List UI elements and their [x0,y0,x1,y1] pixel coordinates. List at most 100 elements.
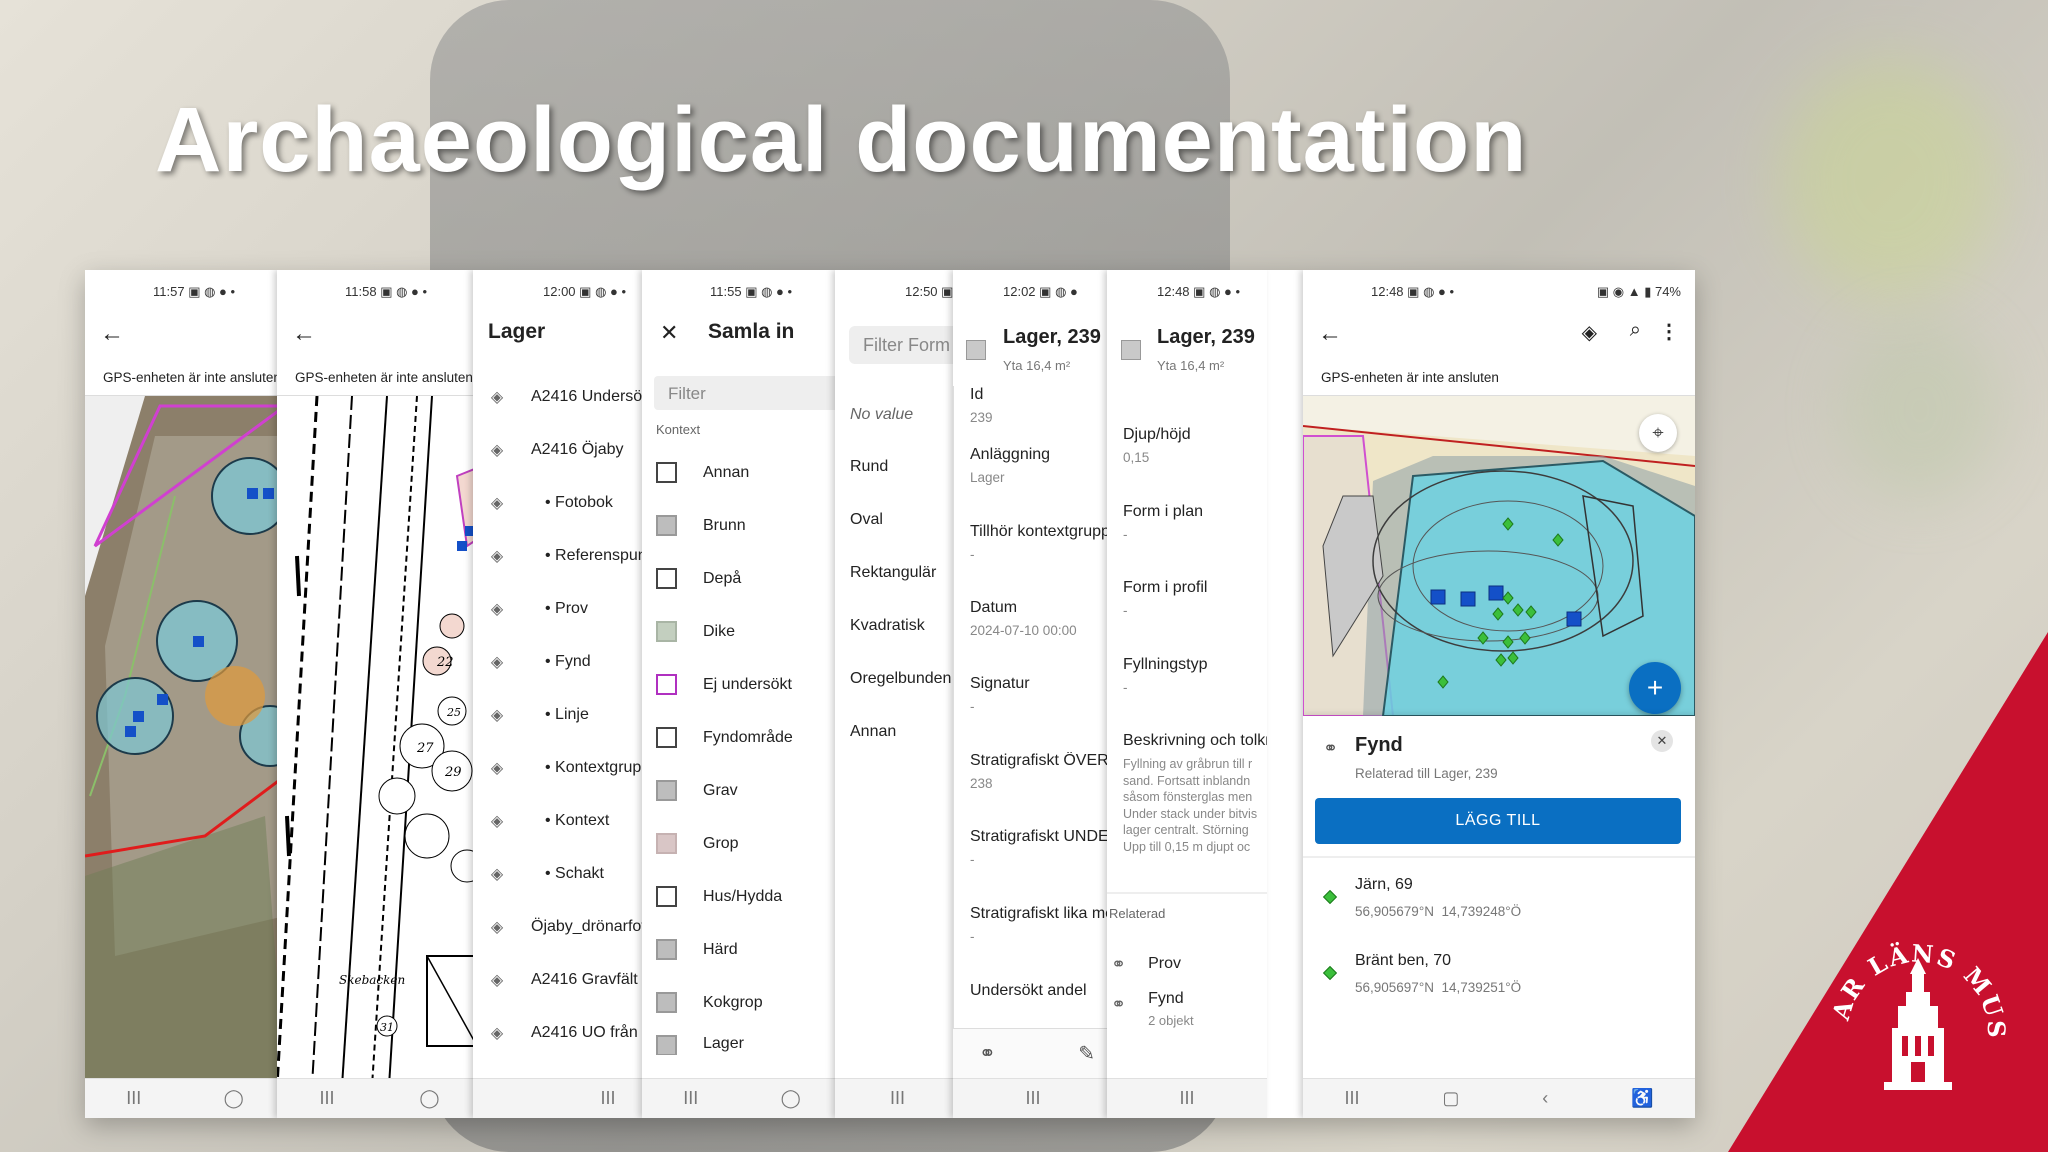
option-item[interactable]: Kvadratisk [850,617,925,635]
checkbox[interactable] [656,1035,677,1055]
slide-title: Archaeological documentation [155,89,1528,191]
map-view[interactable] [85,396,285,1078]
checkbox[interactable] [656,992,677,1013]
list-item[interactable]: Ej undersökt [642,658,842,711]
android-nav-bar[interactable]: III [1107,1078,1267,1118]
add-fab-button[interactable]: + [1629,662,1681,714]
gps-status: GPS-enheten är inte ansluten [85,370,285,396]
list-item[interactable]: Dike [642,605,842,658]
layers-icon: ◈ [490,759,504,777]
list-item[interactable]: Depå [642,552,842,605]
more-options-icon[interactable]: ⋮ [1659,319,1679,344]
related-item[interactable]: ⚭ Prov [1107,942,1267,986]
back-arrow-icon[interactable]: ← [292,320,316,348]
status-time: 11:57 [153,284,185,299]
list-item[interactable]: Kokgrop [642,976,842,1029]
attribute-field: Anläggning Lager [970,446,1051,485]
android-nav-bar[interactable]: III [953,1078,1113,1118]
no-value-option[interactable]: No value [850,406,913,424]
list-item[interactable]: Hus/Hydda [642,870,842,923]
option-item[interactable]: Oregelbunden [850,670,951,688]
back-arrow-icon[interactable]: ← [1318,320,1342,348]
list-item[interactable]: Fyndområde [642,711,842,764]
phone-form-picker: 12:50 ▣ Filter Form No value Rund Oval R… [835,270,960,1118]
recents-icon[interactable]: III [319,1088,334,1109]
android-nav-bar[interactable]: III ▢ ‹ ♿ [1303,1078,1695,1118]
checkbox[interactable] [656,780,677,801]
layers-icon: ◈ [490,653,504,671]
android-nav-bar[interactable]: III ◯ [642,1078,842,1118]
checkbox[interactable] [656,674,677,695]
option-item[interactable]: Oval [850,511,883,529]
back-nav-icon[interactable]: ‹ [1542,1088,1548,1109]
recents-icon[interactable]: III [1179,1088,1194,1109]
status-time: 12:48 [1157,284,1190,299]
plan-map-graphic: 22 27 25 29 31 Skebacken [277,396,482,1078]
list-item[interactable]: Brunn [642,499,842,552]
back-arrow-icon[interactable]: ← [100,320,124,348]
map-view[interactable]: 22 27 25 29 31 Skebacken [277,396,482,1078]
accessibility-icon[interactable]: ♿ [1631,1088,1653,1109]
attribute-list[interactable]: Id 239 Anläggning Lager Tillhör kontextgru… [953,386,1113,1078]
home-icon[interactable]: ◯ [224,1088,244,1109]
page-title: Samla in [708,320,795,343]
phone-collect: 11:55 ▣ ◍ ● • ✕ Samla in Filter Kontext … [642,270,842,1118]
checkbox[interactable] [656,886,677,907]
map-view[interactable]: ⌖ + [1303,396,1695,716]
list-item[interactable]: Grop [642,817,842,870]
panel-title: Fynd [1355,734,1403,756]
recents-icon[interactable]: III [890,1088,905,1109]
related-item[interactable]: ⚭ Fynd 2 objekt [1107,990,1267,1046]
checkbox[interactable] [656,568,677,589]
recents-icon[interactable]: III [1025,1088,1040,1109]
recents-icon[interactable]: III [126,1088,141,1109]
edit-icon[interactable]: ✎ [1078,1041,1095,1066]
checkbox[interactable] [656,833,677,854]
list-item[interactable]: Bränt ben, 70 56,905697°N 14,739251°Ö [1303,940,1695,1016]
layers-icon[interactable]: ◈ [1582,320,1597,345]
phone-map-drone: 11:57 ▣ ◍ ● • ← GPS-enheten är inte ansl… [85,270,285,1118]
option-item[interactable]: Rektangulär [850,564,936,582]
link-icon[interactable]: ⚭ [979,1041,996,1066]
checkbox[interactable] [656,939,677,960]
recents-icon[interactable]: III [1344,1088,1359,1109]
filter-input[interactable]: Filter [654,376,842,410]
status-time: 12:02 [1003,284,1036,299]
filter-input[interactable]: Filter Form [849,326,960,364]
finds-map-graphic [1303,396,1695,716]
recents-icon[interactable]: III [683,1088,698,1109]
search-icon[interactable]: ⌕ [1630,319,1641,342]
close-icon[interactable]: ✕ [1651,730,1673,752]
checkbox[interactable] [656,462,677,483]
home-icon[interactable]: ◯ [781,1088,801,1109]
list-item[interactable]: Härd [642,923,842,976]
list-item[interactable]: Annan [642,446,842,499]
status-icons: ▣ ◍ ● • [1407,284,1455,299]
home-icon[interactable]: ▢ [1442,1088,1459,1109]
option-item[interactable]: Annan [850,723,896,741]
close-icon[interactable]: ✕ [660,320,678,346]
recents-icon[interactable]: III [600,1088,615,1109]
list-item[interactable]: Grav [642,764,842,817]
find-marker-icon [1322,965,1338,981]
map-label: 25 [446,706,461,719]
list-item[interactable]: Lager [642,1029,842,1055]
option-item[interactable]: Rund [850,458,888,476]
attribute-list[interactable]: Djup/höjd 0,15 Form i plan - Form i profil… [1107,426,1267,886]
layers-icon: ◈ [490,547,504,565]
android-nav-bar[interactable]: III ◯ [277,1078,482,1118]
gps-status: GPS-enheten är inte ansluten [277,370,482,396]
list-item[interactable]: Järn, 69 56,905679°N 14,739248°Ö [1303,864,1695,940]
home-icon[interactable]: ◯ [419,1088,439,1109]
android-nav-bar[interactable]: III [835,1078,960,1118]
checkbox[interactable] [656,621,677,642]
checkbox[interactable] [656,515,677,536]
page-title: Lager [488,320,546,343]
feature-symbol [1121,340,1141,360]
android-nav-bar[interactable]: III ◯ [85,1078,285,1118]
checkbox[interactable] [656,727,677,748]
locate-icon[interactable]: ⌖ [1639,414,1677,452]
phone-feature-details: 12:48 ▣ ◍ ● • Lager, 239 Yta 16,4 m² Dju… [1107,270,1267,1118]
add-find-button[interactable]: LÄGG TILL [1315,798,1681,844]
feature-symbol [966,340,986,360]
